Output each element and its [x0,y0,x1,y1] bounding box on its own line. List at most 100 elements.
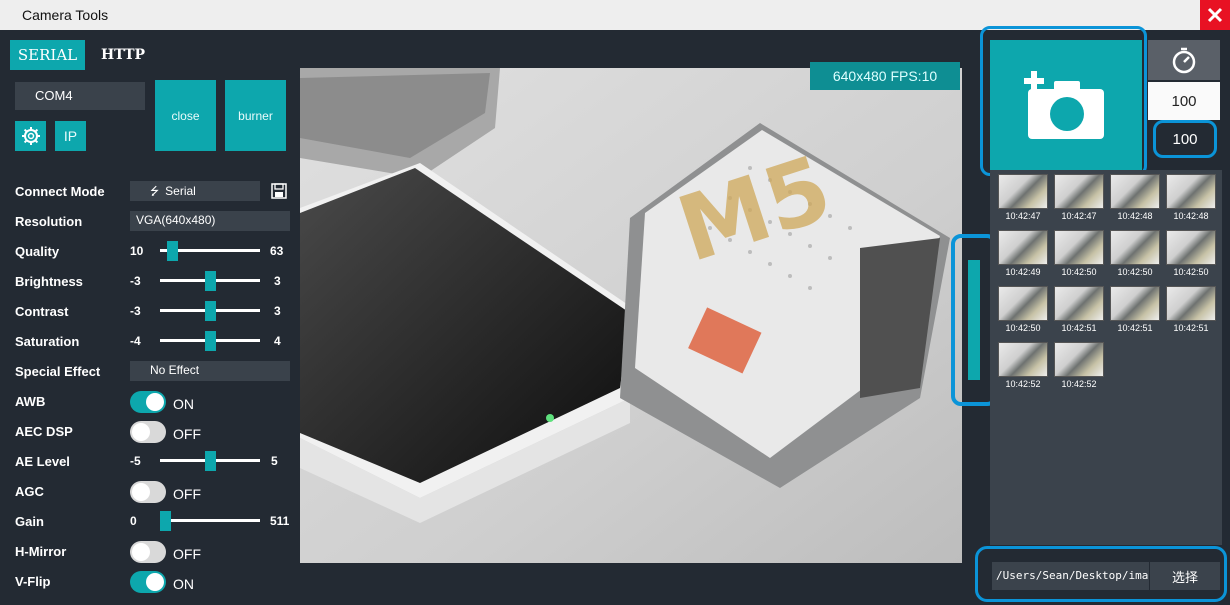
brightness-max: 3 [274,274,281,288]
thumbnail-time: 10:42:52 [1005,379,1041,389]
thumbnail-time: 10:42:50 [1117,267,1153,277]
agc-label: AGC [15,484,44,499]
thumbnail-time: 10:42:49 [1005,267,1041,277]
h-mirror-label: H-Mirror [15,544,67,559]
gallery-thumbnail[interactable]: 10:42:48 [1110,174,1160,224]
usb-icon: ⭍ [150,186,160,198]
gallery-thumbnail[interactable]: 10:42:47 [998,174,1048,224]
v-flip-toggle[interactable] [130,571,166,593]
gallery-thumbnail[interactable]: 10:42:49 [998,230,1048,280]
tab-serial[interactable]: SERIAL [10,40,85,70]
gallery-thumbnail[interactable]: 10:42:52 [1054,342,1104,392]
window-title: Camera Tools [22,7,109,23]
choose-path-button[interactable]: 选择 [1150,562,1220,590]
brightness-handle[interactable] [204,271,216,291]
gallery-thumbnail[interactable]: 10:42:47 [1054,174,1104,224]
thumbnail-image [998,286,1048,321]
gallery-thumbnail[interactable]: 10:42:50 [1166,230,1216,280]
camera-preview: M5 [300,68,962,563]
agc-state: OFF [173,486,201,502]
ip-button[interactable]: IP [55,121,86,151]
save-path-input[interactable]: /Users/Sean/Desktop/image [992,562,1149,590]
gallery-thumbnail[interactable]: 10:42:50 [1110,230,1160,280]
thumbnail-image [1054,174,1104,209]
ae-level-max: 5 [271,454,278,468]
capture-button[interactable] [990,40,1142,170]
gain-handle[interactable] [160,511,171,531]
ae-level-min: -5 [130,454,141,468]
quality-handle[interactable] [167,241,179,261]
interval-input[interactable]: 100 [1148,82,1220,120]
thumbnail-time: 10:42:50 [1061,267,1097,277]
h-mirror-toggle-knob [132,543,150,561]
burner-button[interactable]: burner [225,80,286,151]
saturation-label: Saturation [15,334,80,349]
awb-toggle-knob [146,393,164,411]
gallery-thumbnail[interactable]: 10:42:51 [1054,286,1104,336]
awb-toggle[interactable] [130,391,166,413]
resolution-label: Resolution [15,214,83,229]
special-effect-label: Special Effect [15,364,101,379]
special-effect-select[interactable]: No Effect [130,361,290,381]
thumbnail-time: 10:42:48 [1117,211,1153,221]
thumbnail-time: 10:42:47 [1005,211,1041,221]
gallery-thumbnail[interactable]: 10:42:48 [1166,174,1216,224]
close-window-button[interactable] [1200,0,1230,30]
agc-toggle[interactable] [130,481,166,503]
connect-mode-select[interactable]: ⭍ Serial [130,181,260,201]
thumbnail-image [1166,286,1216,321]
h-mirror-state: OFF [173,546,201,562]
gallery-thumbnail[interactable]: 10:42:50 [1054,230,1104,280]
gallery-thumbnail[interactable]: 10:42:50 [998,286,1048,336]
save-config-button[interactable] [271,183,287,203]
thumbnail-image [998,230,1048,265]
close-port-button[interactable]: close [155,80,216,151]
thumbnail-image [1054,286,1104,321]
thumbnail-image [998,342,1048,377]
gallery-thumbnail[interactable]: 10:42:52 [998,342,1048,392]
settings-button[interactable] [15,121,46,151]
v-flip-label: V-Flip [15,574,51,589]
thumbnail-time: 10:42:48 [1173,211,1209,221]
thumbnail-time: 10:42:51 [1117,323,1153,333]
thumbnail-time: 10:42:51 [1173,323,1209,333]
gallery-thumbnail[interactable]: 10:42:51 [1166,286,1216,336]
ae-level-label: AE Level [15,454,70,469]
contrast-label: Contrast [15,304,69,319]
saturation-handle[interactable] [204,331,216,351]
agc-toggle-knob [132,483,150,501]
ae-level-handle[interactable] [204,451,216,471]
add-camera-icon [1024,71,1104,139]
thumbnail-time: 10:42:51 [1061,323,1097,333]
gain-min: 0 [130,514,137,528]
aec-dsp-toggle-knob [132,423,150,441]
tab-http[interactable]: HTTP [93,40,153,70]
gallery-thumbnail[interactable]: 10:42:51 [1110,286,1160,336]
h-mirror-toggle[interactable] [130,541,166,563]
thumbnail-image [1166,230,1216,265]
contrast-handle[interactable] [204,301,216,321]
gallery-scrollbar[interactable] [968,260,980,380]
timer-button[interactable] [1148,40,1220,80]
aec-dsp-toggle[interactable] [130,421,166,443]
brightness-label: Brightness [15,274,83,289]
quality-label: Quality [15,244,60,259]
thumbnail-image [1110,230,1160,265]
saturation-min: -4 [130,334,141,348]
gear-icon [21,127,40,145]
thumbnail-time: 10:42:50 [1173,267,1209,277]
aec-dsp-label: AEC DSP [15,424,73,439]
count-input[interactable]: 100 [1158,131,1212,148]
port-select[interactable]: COM4 [15,82,145,110]
thumbnail-image [1110,286,1160,321]
timer-icon [1172,47,1196,74]
thumbnail-image [1054,230,1104,265]
close-icon [1207,7,1223,23]
v-flip-state: ON [173,576,194,592]
save-icon [271,183,287,199]
connect-mode-label: Connect Mode [15,184,105,199]
gain-track[interactable] [160,519,260,522]
resolution-select[interactable]: VGA(640x480) [130,211,290,231]
thumbnail-time: 10:42:52 [1061,379,1097,389]
thumbnail-image [998,174,1048,209]
